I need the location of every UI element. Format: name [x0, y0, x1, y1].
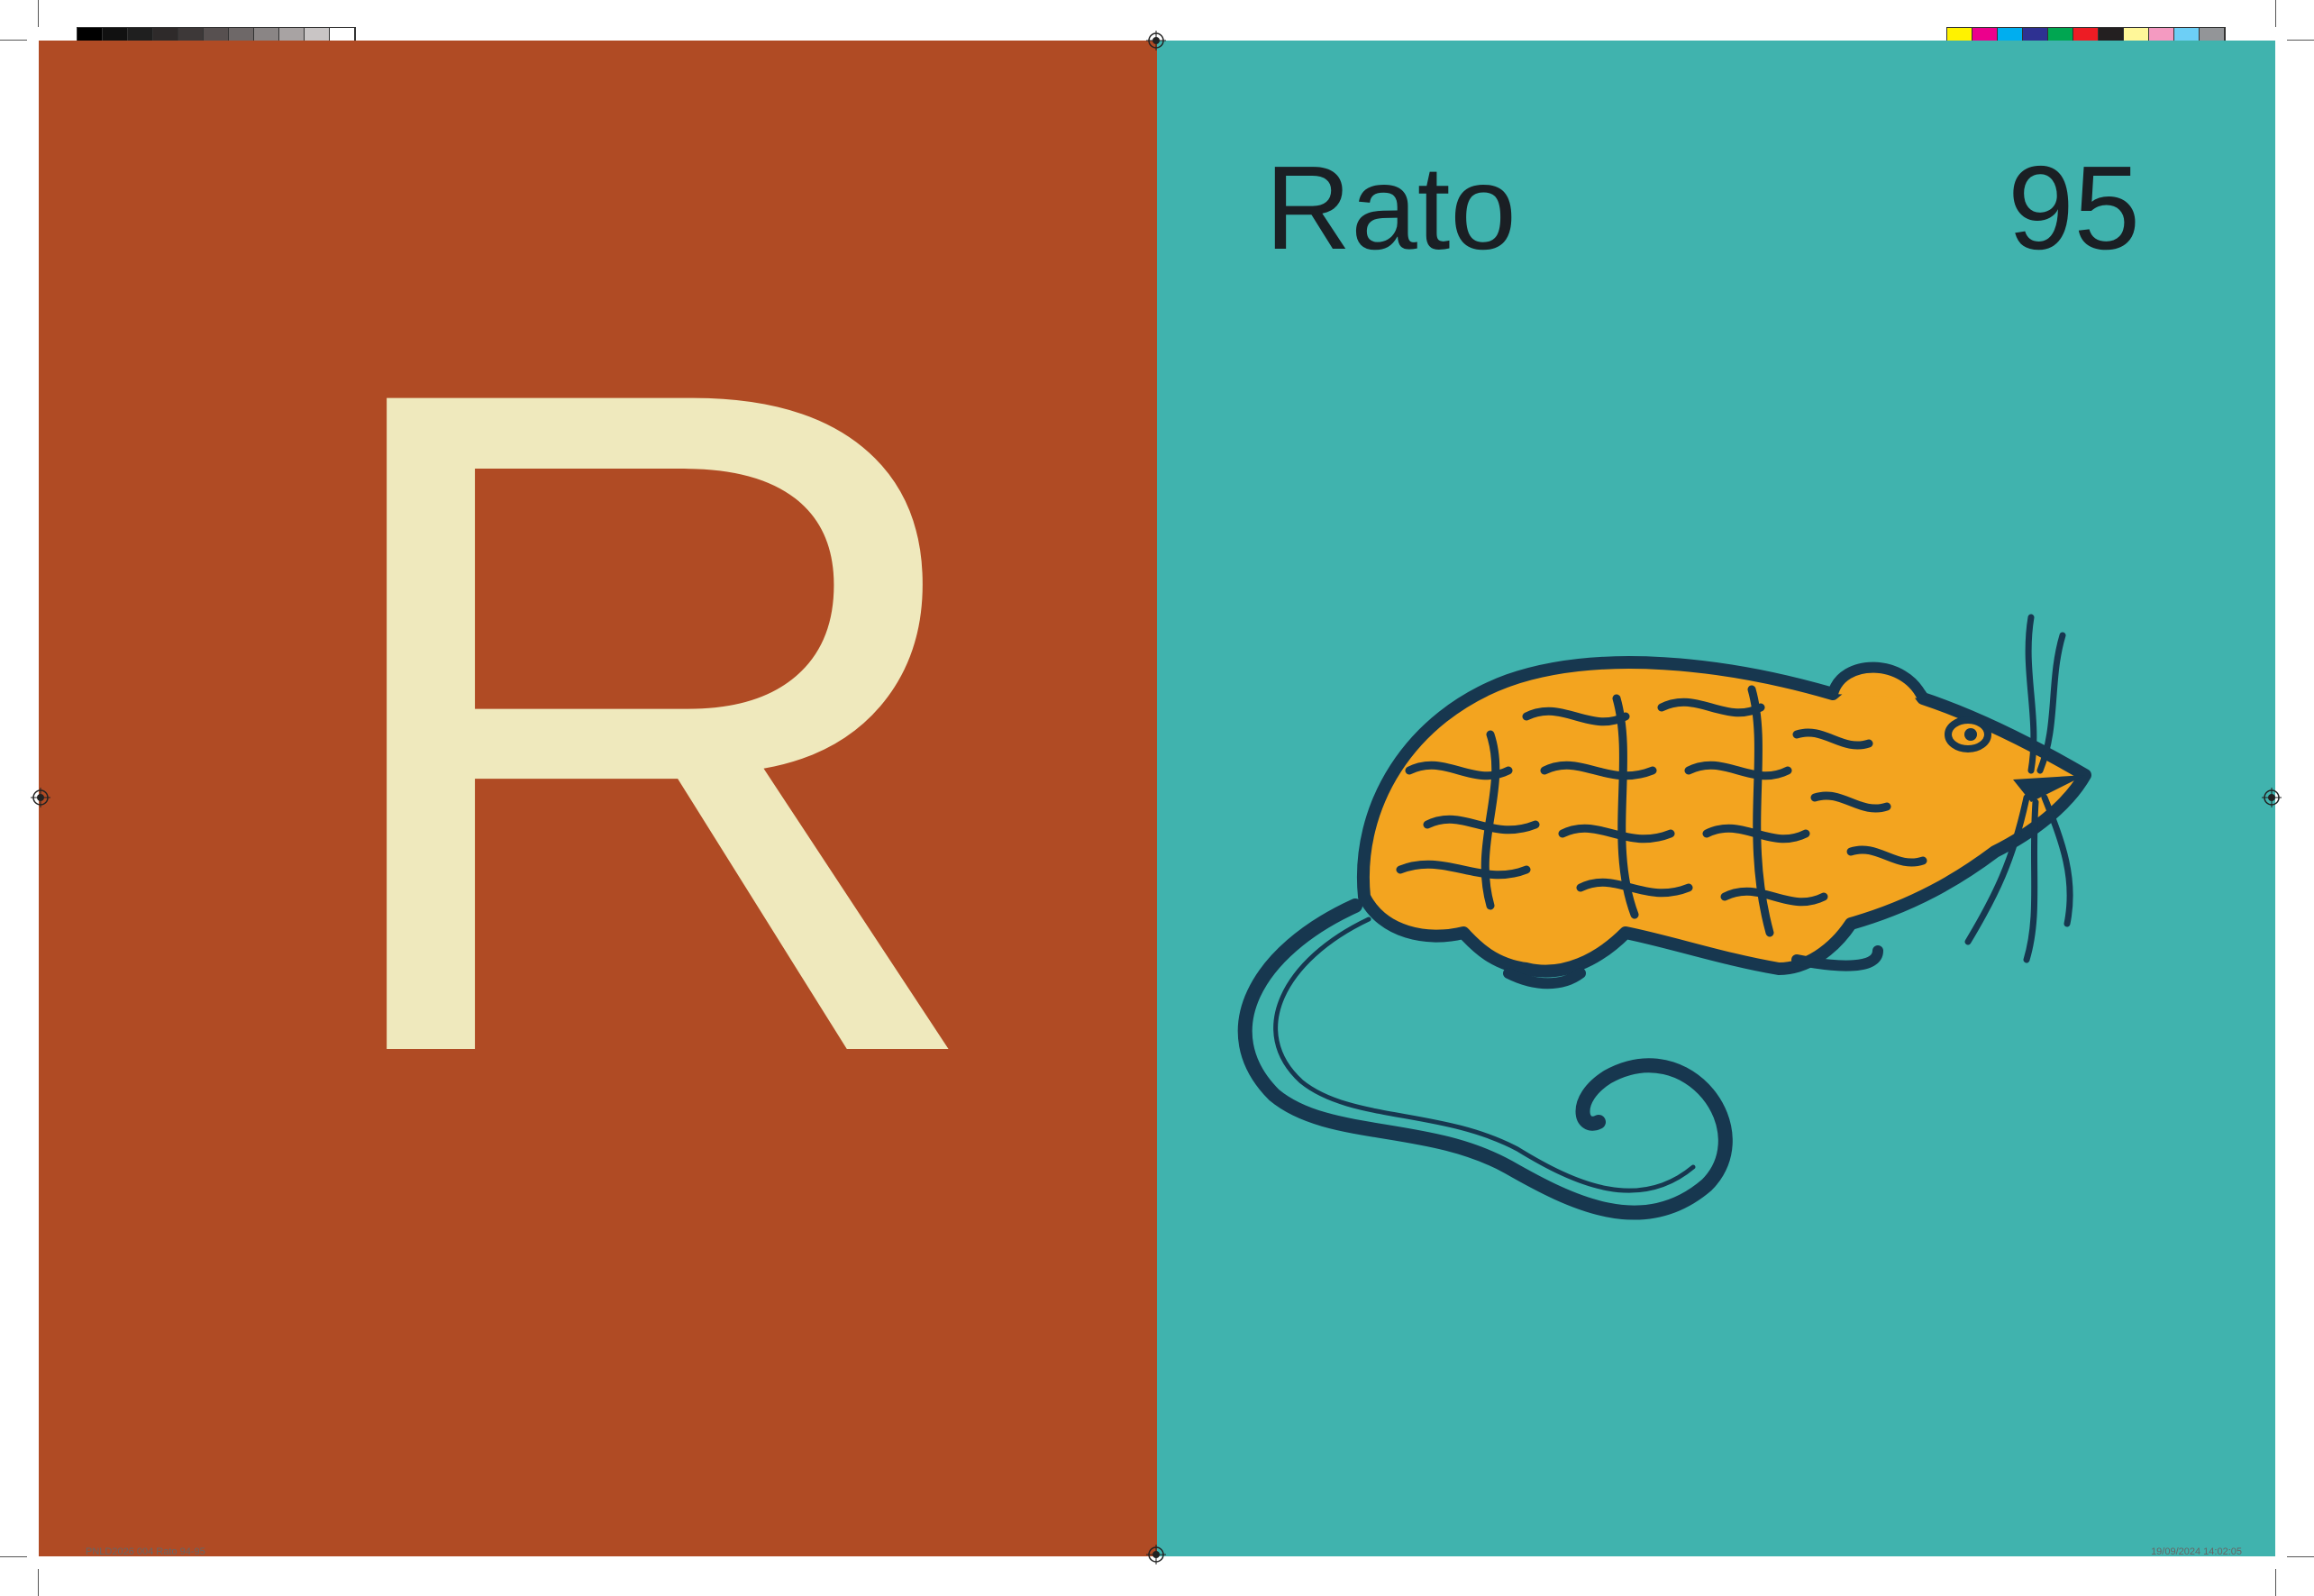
crop-mark: [0, 1556, 27, 1557]
crop-mark: [0, 40, 27, 41]
registration-mark-icon: [1146, 31, 1166, 50]
registration-mark-icon: [2262, 788, 2282, 807]
slug-timestamp: 19/09/2024 14:02:05: [2151, 1546, 2242, 1557]
crop-mark: [2275, 1569, 2276, 1596]
left-page: R: [39, 41, 1157, 1556]
right-page: Rato 95: [1157, 41, 2275, 1556]
big-letter: R: [309, 192, 993, 1250]
registration-mark-icon: [31, 788, 50, 807]
crop-mark: [38, 0, 39, 27]
crop-mark: [2275, 0, 2276, 27]
registration-mark-icon: [1146, 1545, 1166, 1564]
crop-mark: [38, 1569, 39, 1596]
crop-mark: [2287, 1556, 2314, 1557]
rat-illustration: [1237, 614, 2091, 1220]
page-number: 95: [2008, 141, 2140, 274]
page-word: Rato: [1265, 141, 1517, 274]
crop-mark: [2287, 40, 2314, 41]
slug-file-info: PNLD2026 004 Rato 94-95: [86, 1546, 205, 1557]
